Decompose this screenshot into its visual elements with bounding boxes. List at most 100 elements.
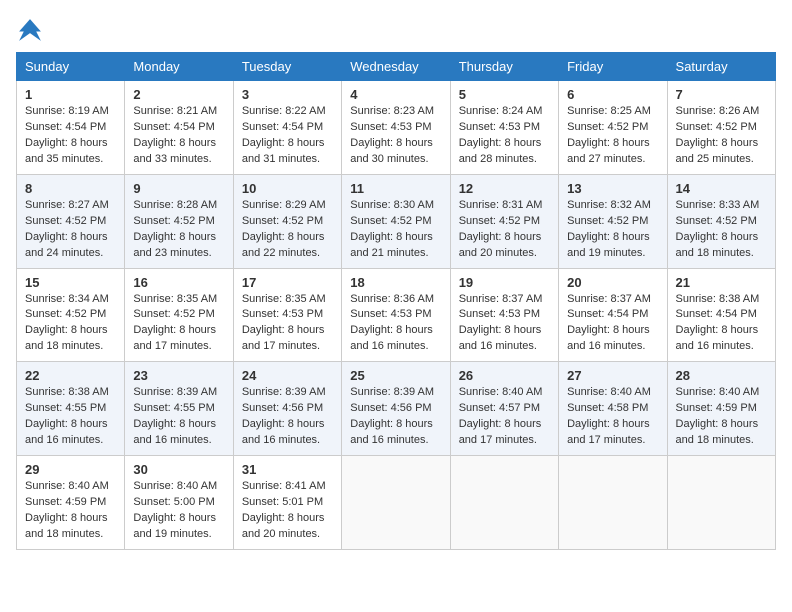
day-info: Sunrise: 8:36 AM Sunset: 4:53 PM Dayligh… xyxy=(350,292,441,356)
day-info: Sunrise: 8:29 AM Sunset: 4:52 PM Dayligh… xyxy=(242,198,333,262)
daylight-label: Daylight: 8 hours and 18 minutes. xyxy=(676,418,759,446)
sunrise-label: Sunrise: 8:33 AM xyxy=(676,199,760,211)
sunset-label: Sunset: 4:53 PM xyxy=(242,308,323,320)
calendar-cell: 8 Sunrise: 8:27 AM Sunset: 4:52 PM Dayli… xyxy=(17,174,125,268)
day-number: 4 xyxy=(350,87,441,102)
day-number: 10 xyxy=(242,181,333,196)
sunset-label: Sunset: 4:52 PM xyxy=(567,121,648,133)
calendar-week-row: 15 Sunrise: 8:34 AM Sunset: 4:52 PM Dayl… xyxy=(17,268,776,362)
day-info: Sunrise: 8:23 AM Sunset: 4:53 PM Dayligh… xyxy=(350,104,441,168)
daylight-label: Daylight: 8 hours and 27 minutes. xyxy=(567,137,650,165)
calendar-cell: 6 Sunrise: 8:25 AM Sunset: 4:52 PM Dayli… xyxy=(559,81,667,175)
calendar-week-row: 1 Sunrise: 8:19 AM Sunset: 4:54 PM Dayli… xyxy=(17,81,776,175)
day-info: Sunrise: 8:40 AM Sunset: 4:58 PM Dayligh… xyxy=(567,385,658,449)
sunset-label: Sunset: 4:58 PM xyxy=(567,402,648,414)
sunset-label: Sunset: 4:54 PM xyxy=(676,308,757,320)
sunrise-label: Sunrise: 8:39 AM xyxy=(350,386,434,398)
sunrise-label: Sunrise: 8:38 AM xyxy=(25,386,109,398)
day-number: 21 xyxy=(676,275,767,290)
sunset-label: Sunset: 4:55 PM xyxy=(133,402,214,414)
daylight-label: Daylight: 8 hours and 16 minutes. xyxy=(350,418,433,446)
calendar-cell: 1 Sunrise: 8:19 AM Sunset: 4:54 PM Dayli… xyxy=(17,81,125,175)
sunset-label: Sunset: 4:53 PM xyxy=(459,308,540,320)
calendar-header-row: SundayMondayTuesdayWednesdayThursdayFrid… xyxy=(17,53,776,81)
sunrise-label: Sunrise: 8:27 AM xyxy=(25,199,109,211)
calendar-week-row: 8 Sunrise: 8:27 AM Sunset: 4:52 PM Dayli… xyxy=(17,174,776,268)
sunrise-label: Sunrise: 8:35 AM xyxy=(133,293,217,305)
day-number: 28 xyxy=(676,368,767,383)
daylight-label: Daylight: 8 hours and 16 minutes. xyxy=(242,418,325,446)
sunset-label: Sunset: 4:54 PM xyxy=(242,121,323,133)
day-number: 1 xyxy=(25,87,116,102)
calendar-cell: 4 Sunrise: 8:23 AM Sunset: 4:53 PM Dayli… xyxy=(342,81,450,175)
sunset-label: Sunset: 4:52 PM xyxy=(459,215,540,227)
day-info: Sunrise: 8:24 AM Sunset: 4:53 PM Dayligh… xyxy=(459,104,550,168)
day-number: 11 xyxy=(350,181,441,196)
sunrise-label: Sunrise: 8:39 AM xyxy=(133,386,217,398)
sunrise-label: Sunrise: 8:23 AM xyxy=(350,105,434,117)
sunset-label: Sunset: 4:52 PM xyxy=(25,308,106,320)
sunrise-label: Sunrise: 8:40 AM xyxy=(567,386,651,398)
calendar-cell: 14 Sunrise: 8:33 AM Sunset: 4:52 PM Dayl… xyxy=(667,174,775,268)
day-info: Sunrise: 8:38 AM Sunset: 4:54 PM Dayligh… xyxy=(676,292,767,356)
daylight-label: Daylight: 8 hours and 19 minutes. xyxy=(567,231,650,259)
day-info: Sunrise: 8:39 AM Sunset: 4:56 PM Dayligh… xyxy=(350,385,441,449)
daylight-label: Daylight: 8 hours and 17 minutes. xyxy=(459,418,542,446)
calendar-cell: 23 Sunrise: 8:39 AM Sunset: 4:55 PM Dayl… xyxy=(125,362,233,456)
calendar-cell: 30 Sunrise: 8:40 AM Sunset: 5:00 PM Dayl… xyxy=(125,456,233,550)
calendar-cell: 29 Sunrise: 8:40 AM Sunset: 4:59 PM Dayl… xyxy=(17,456,125,550)
daylight-label: Daylight: 8 hours and 35 minutes. xyxy=(25,137,108,165)
calendar-cell: 5 Sunrise: 8:24 AM Sunset: 4:53 PM Dayli… xyxy=(450,81,558,175)
sunrise-label: Sunrise: 8:32 AM xyxy=(567,199,651,211)
daylight-label: Daylight: 8 hours and 17 minutes. xyxy=(567,418,650,446)
sunset-label: Sunset: 4:53 PM xyxy=(350,121,431,133)
daylight-label: Daylight: 8 hours and 18 minutes. xyxy=(25,324,108,352)
day-number: 31 xyxy=(242,462,333,477)
col-header-tuesday: Tuesday xyxy=(233,53,341,81)
sunset-label: Sunset: 4:56 PM xyxy=(242,402,323,414)
sunset-label: Sunset: 4:59 PM xyxy=(676,402,757,414)
daylight-label: Daylight: 8 hours and 20 minutes. xyxy=(459,231,542,259)
day-info: Sunrise: 8:31 AM Sunset: 4:52 PM Dayligh… xyxy=(459,198,550,262)
day-number: 30 xyxy=(133,462,224,477)
calendar-cell: 21 Sunrise: 8:38 AM Sunset: 4:54 PM Dayl… xyxy=(667,268,775,362)
sunrise-label: Sunrise: 8:24 AM xyxy=(459,105,543,117)
daylight-label: Daylight: 8 hours and 20 minutes. xyxy=(242,512,325,540)
calendar-cell: 10 Sunrise: 8:29 AM Sunset: 4:52 PM Dayl… xyxy=(233,174,341,268)
sunrise-label: Sunrise: 8:38 AM xyxy=(676,293,760,305)
day-number: 17 xyxy=(242,275,333,290)
calendar-cell: 19 Sunrise: 8:37 AM Sunset: 4:53 PM Dayl… xyxy=(450,268,558,362)
sunrise-label: Sunrise: 8:40 AM xyxy=(25,480,109,492)
daylight-label: Daylight: 8 hours and 18 minutes. xyxy=(676,231,759,259)
col-header-monday: Monday xyxy=(125,53,233,81)
col-header-thursday: Thursday xyxy=(450,53,558,81)
calendar-cell: 2 Sunrise: 8:21 AM Sunset: 4:54 PM Dayli… xyxy=(125,81,233,175)
day-number: 23 xyxy=(133,368,224,383)
sunset-label: Sunset: 4:59 PM xyxy=(25,496,106,508)
daylight-label: Daylight: 8 hours and 30 minutes. xyxy=(350,137,433,165)
sunset-label: Sunset: 5:01 PM xyxy=(242,496,323,508)
day-info: Sunrise: 8:39 AM Sunset: 4:55 PM Dayligh… xyxy=(133,385,224,449)
calendar-week-row: 29 Sunrise: 8:40 AM Sunset: 4:59 PM Dayl… xyxy=(17,456,776,550)
calendar-cell: 27 Sunrise: 8:40 AM Sunset: 4:58 PM Dayl… xyxy=(559,362,667,456)
day-number: 2 xyxy=(133,87,224,102)
day-info: Sunrise: 8:37 AM Sunset: 4:54 PM Dayligh… xyxy=(567,292,658,356)
daylight-label: Daylight: 8 hours and 22 minutes. xyxy=(242,231,325,259)
sunset-label: Sunset: 4:53 PM xyxy=(350,308,431,320)
day-info: Sunrise: 8:32 AM Sunset: 4:52 PM Dayligh… xyxy=(567,198,658,262)
day-number: 12 xyxy=(459,181,550,196)
calendar-cell xyxy=(342,456,450,550)
calendar-cell: 15 Sunrise: 8:34 AM Sunset: 4:52 PM Dayl… xyxy=(17,268,125,362)
sunset-label: Sunset: 4:54 PM xyxy=(133,121,214,133)
calendar-table: SundayMondayTuesdayWednesdayThursdayFrid… xyxy=(16,52,776,550)
day-number: 13 xyxy=(567,181,658,196)
day-info: Sunrise: 8:40 AM Sunset: 4:59 PM Dayligh… xyxy=(676,385,767,449)
calendar-cell: 18 Sunrise: 8:36 AM Sunset: 4:53 PM Dayl… xyxy=(342,268,450,362)
day-info: Sunrise: 8:37 AM Sunset: 4:53 PM Dayligh… xyxy=(459,292,550,356)
calendar-cell: 17 Sunrise: 8:35 AM Sunset: 4:53 PM Dayl… xyxy=(233,268,341,362)
sunrise-label: Sunrise: 8:28 AM xyxy=(133,199,217,211)
sunrise-label: Sunrise: 8:37 AM xyxy=(459,293,543,305)
calendar-cell: 11 Sunrise: 8:30 AM Sunset: 4:52 PM Dayl… xyxy=(342,174,450,268)
day-info: Sunrise: 8:27 AM Sunset: 4:52 PM Dayligh… xyxy=(25,198,116,262)
calendar-cell xyxy=(667,456,775,550)
